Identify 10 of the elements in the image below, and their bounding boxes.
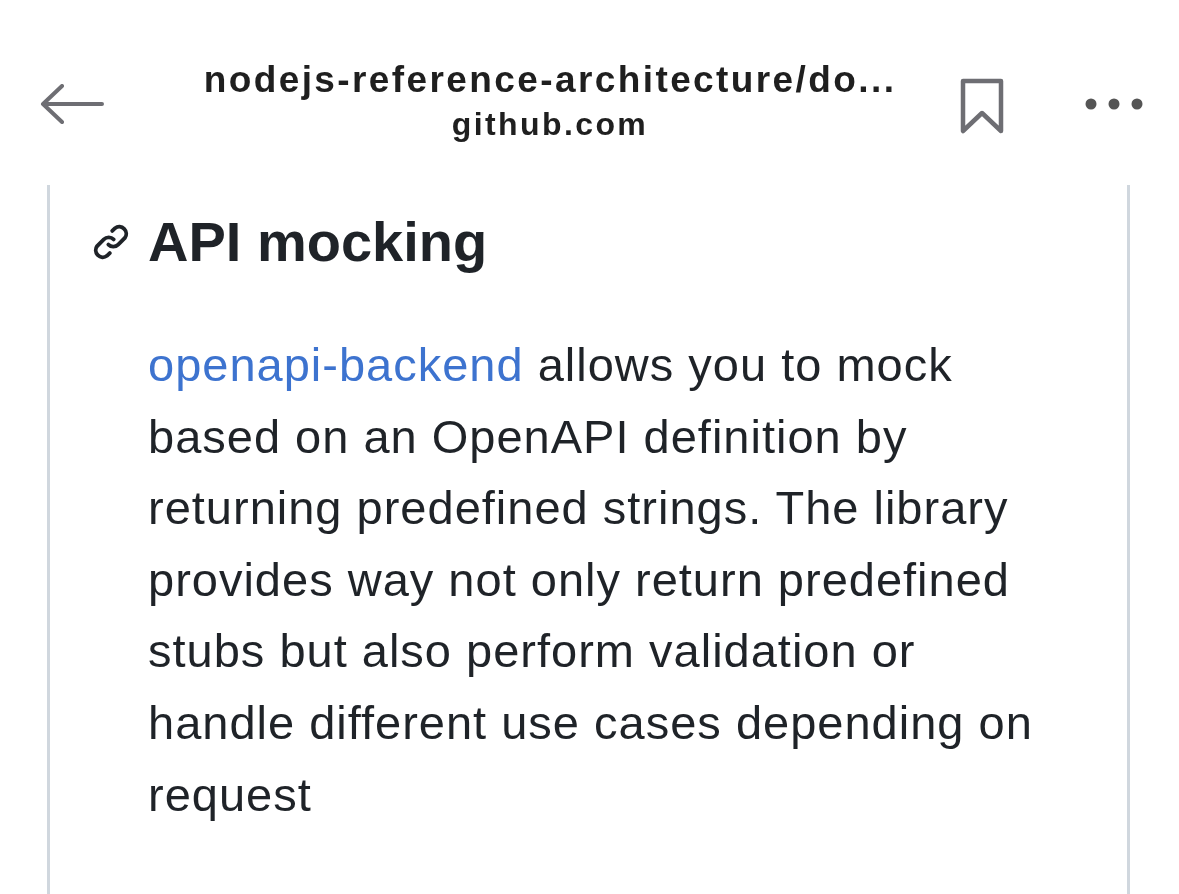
link[interactable]: openapi-backend (148, 338, 524, 391)
bookmark-button[interactable] (960, 78, 1004, 134)
site-domain: github.com (451, 105, 649, 144)
arrow-left-icon (40, 84, 104, 124)
bookmark-icon (960, 78, 1004, 134)
paragraph: openapi-backend allows you to mock based on an OpenAPI definition by returning predefined strings. The library provides way not only return predefined stubs but also perform validation or handle different use cases depending on request (148, 337, 1034, 823)
page-title: nodejs-reference-architecture/do... (203, 58, 897, 102)
more-dots-icon (1085, 98, 1143, 110)
section-heading: API mocking (148, 209, 488, 275)
more-button[interactable] (1085, 98, 1143, 110)
